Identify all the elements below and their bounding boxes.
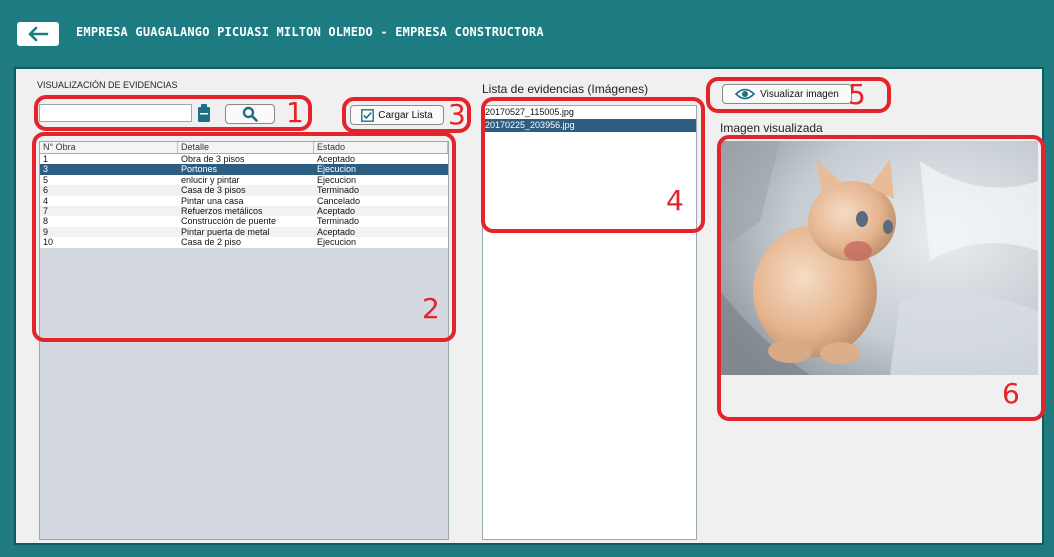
section-title: VISUALIZACIÓN DE EVIDENCIAS	[37, 80, 178, 90]
table-row[interactable]: 7 Refuerzos metálicos Aceptado	[40, 205, 448, 217]
cell-estado: Ejecucion	[317, 174, 357, 185]
search-input[interactable]	[39, 104, 192, 122]
cell-estado: Aceptado	[317, 226, 356, 237]
cell-n: 5	[43, 174, 49, 185]
cell-n: 3	[43, 164, 49, 175]
cell-estado: Terminado	[317, 216, 360, 227]
cell-detalle: enlucir y pintar	[181, 174, 240, 185]
cell-detalle: Portones	[181, 164, 218, 175]
table-row[interactable]: 9 Pintar puerta de metal Aceptado	[40, 226, 448, 238]
title-bar: EMPRESA GUAGALANGO PICUASI MILTON OLMEDO…	[0, 0, 1054, 62]
kitten-photo	[720, 141, 1038, 375]
cell-estado: Aceptado	[317, 205, 356, 216]
cargar-lista-label: Cargar Lista	[378, 109, 433, 121]
cell-detalle: Refuerzos metálicos	[181, 205, 263, 216]
visualizar-imagen-label: Visualizar imagen	[760, 88, 839, 100]
table-row[interactable]: 10 Casa de 2 piso Ejecucion	[40, 237, 448, 248]
table-header: N° Obra Detalle Estado	[40, 142, 448, 154]
annotation-number-6: 6	[1002, 377, 1020, 410]
back-button[interactable]	[17, 22, 59, 46]
image-title: Imagen visualizada	[720, 121, 823, 135]
table-row[interactable]: 5 enlucir y pintar Ejecucion	[40, 174, 448, 186]
column-header-estado[interactable]: Estado	[314, 142, 448, 153]
cell-n: 7	[43, 205, 49, 216]
eye-icon	[735, 88, 756, 100]
search-icon	[242, 106, 258, 122]
cell-estado: Terminado	[317, 185, 360, 196]
arrow-left-icon	[28, 26, 49, 42]
cell-estado: Cancelado	[317, 195, 361, 206]
cell-n: 6	[43, 185, 49, 196]
obras-table: N° Obra Detalle Estado 1 Obra de 3 pisos A…	[39, 141, 449, 540]
table-row[interactable]: 1 Obra de 3 pisos Aceptado	[40, 154, 448, 165]
cell-detalle: Casa de 2 piso	[181, 237, 242, 248]
search-button[interactable]	[225, 104, 275, 124]
cell-n: 10	[43, 237, 54, 248]
checkbox-icon	[361, 108, 375, 122]
evidence-list-title: Lista de evidencias (Imágenes)	[482, 82, 649, 96]
cell-estado: Ejecucion	[317, 237, 357, 248]
table-row[interactable]: 8 Construcción de puente Terminado	[40, 216, 448, 227]
table-row[interactable]: 4 Pintar una casa Cancelado	[40, 195, 448, 206]
cell-n: 4	[43, 195, 49, 206]
annotation-number-2: 2	[422, 292, 440, 325]
cell-n: 1	[43, 154, 49, 164]
cell-n: 8	[43, 216, 49, 227]
cell-detalle: Casa de 3 pisos	[181, 185, 246, 196]
cell-detalle: Pintar una casa	[181, 195, 244, 206]
list-item[interactable]: 20170225_203956.jpg	[483, 119, 696, 132]
cargar-lista-button[interactable]: Cargar Lista	[350, 105, 444, 125]
annotation-number-3: 3	[448, 98, 466, 131]
cell-estado: Ejecucion	[317, 164, 357, 175]
column-header-detalle[interactable]: Detalle	[178, 142, 314, 153]
app-title: EMPRESA GUAGALANGO PICUASI MILTON OLMEDO…	[76, 25, 544, 39]
cell-detalle: Construcción de puente	[181, 216, 277, 227]
cell-detalle: Pintar puerta de metal	[181, 226, 270, 237]
annotation-number-1: 1	[286, 96, 304, 129]
evidence-list[interactable]: 20170527_115005.jpg 20170225_203956.jpg	[482, 105, 697, 540]
list-item[interactable]: 20170527_115005.jpg	[483, 106, 696, 119]
clipboard-icon[interactable]	[197, 103, 211, 123]
cell-detalle: Obra de 3 pisos	[181, 154, 245, 164]
cell-n: 9	[43, 226, 49, 237]
annotation-number-5: 5	[848, 78, 866, 111]
column-header-n-obra[interactable]: N° Obra	[40, 142, 178, 153]
annotation-number-4: 4	[666, 184, 684, 217]
cell-estado: Aceptado	[317, 154, 356, 164]
image-preview	[720, 141, 1038, 375]
table-row[interactable]: 6 Casa de 3 pisos Terminado	[40, 185, 448, 196]
visualizar-imagen-button[interactable]: Visualizar imagen	[722, 84, 852, 104]
table-row[interactable]: 3 Portones Ejecucion	[40, 164, 448, 175]
main-panel: VISUALIZACIÓN DE EVIDENCIAS Cargar Lista…	[14, 67, 1045, 545]
